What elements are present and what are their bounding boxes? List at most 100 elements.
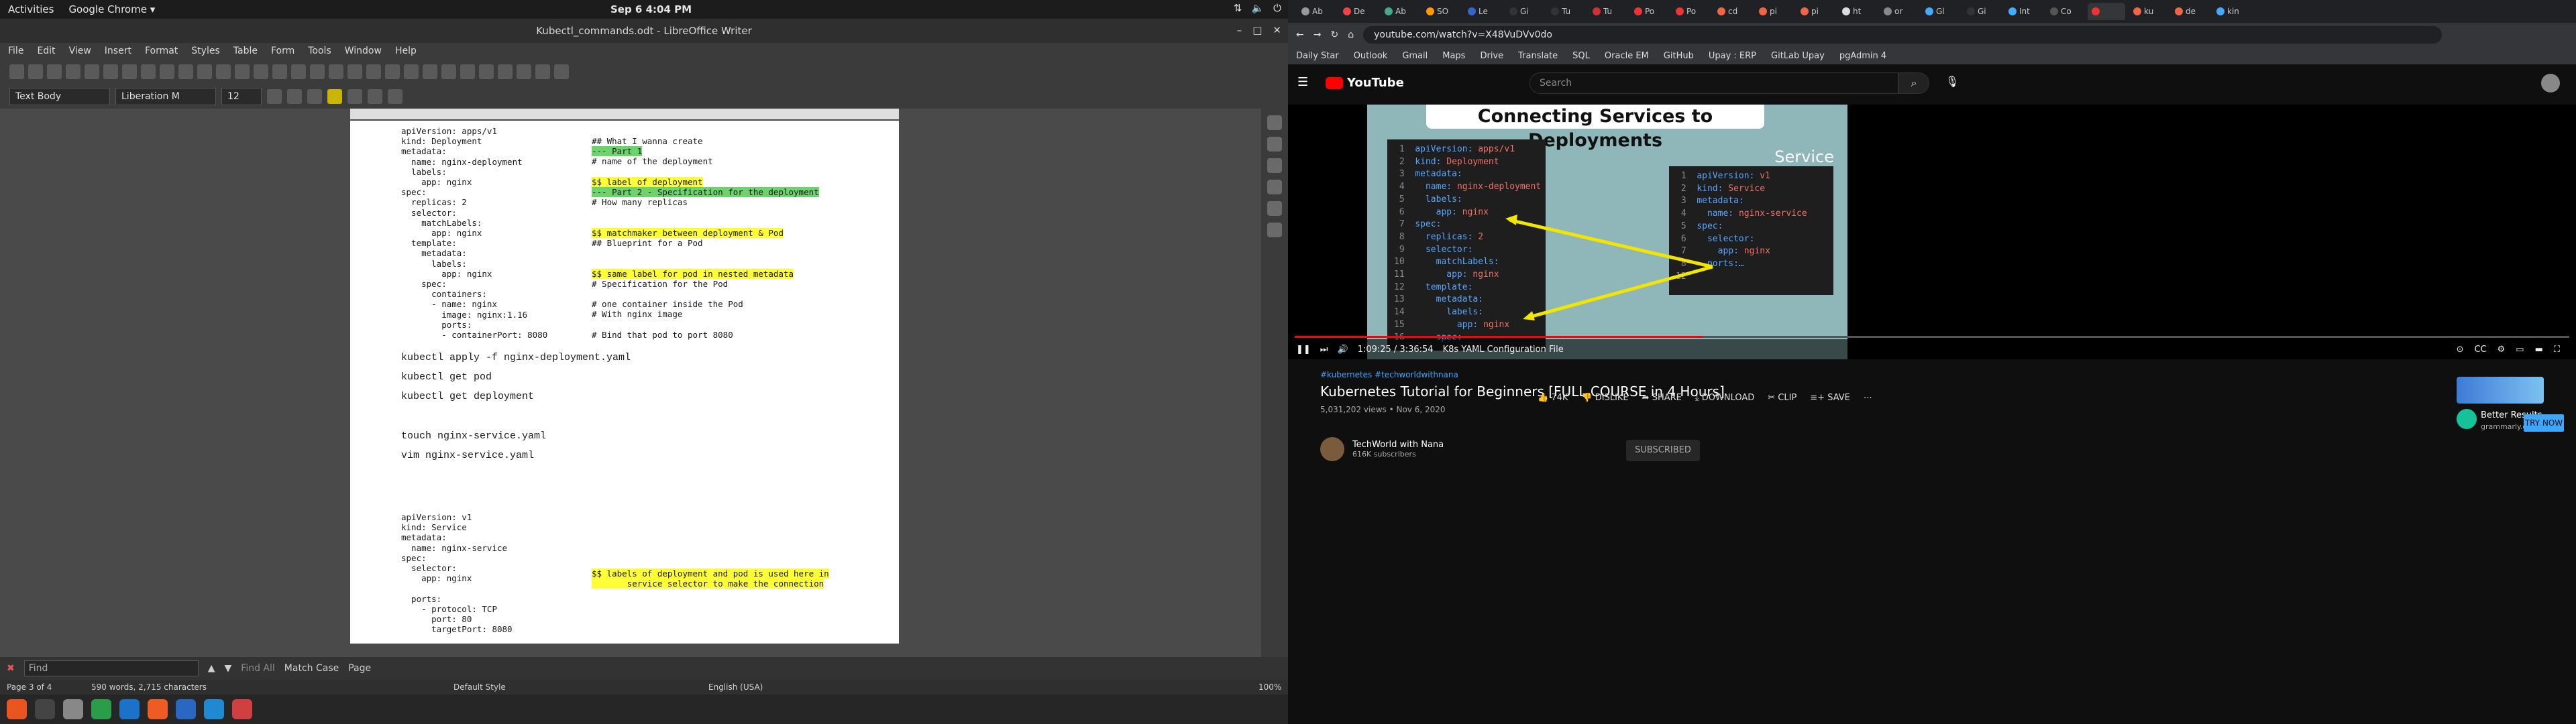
align-center-icon[interactable] [368,89,382,104]
toolbar-icon[interactable] [347,64,362,79]
vscode-icon[interactable] [204,699,224,719]
terminal-icon[interactable] [35,699,55,719]
fullscreen-icon[interactable]: ⛶ [2554,345,2560,355]
channel-name[interactable]: TechWorld with Nana [1352,440,1444,450]
browser-tab[interactable]: SO [1422,3,1460,20]
document-area[interactable]: apiVersion: apps/v1 kind: Deployment metad… [0,109,1288,657]
forward-icon[interactable]: → [1313,29,1322,40]
bookmark-item[interactable]: pgAdmin 4 [1839,51,1886,61]
browser-tab[interactable]: Ab [1297,3,1335,20]
browser-tab[interactable]: Le [1464,3,1501,20]
underline-icon[interactable] [307,89,322,104]
avatar[interactable] [2541,74,2560,93]
toolbar-icon[interactable] [197,64,212,79]
captions-icon[interactable]: CC [2474,345,2486,355]
find-all-button[interactable]: Find All [241,663,275,674]
toolbar-icon[interactable] [291,64,306,79]
font-name-select[interactable]: Liberation M [115,88,216,105]
clip-button[interactable]: ✂ CLIP [1768,393,1796,403]
toolbar-icon[interactable] [28,64,43,79]
toolbar-icon[interactable] [216,64,231,79]
app-menu[interactable]: Google Chrome ▾ [68,3,155,15]
highlight-icon[interactable] [327,89,342,104]
toolbar-icon[interactable] [385,64,400,79]
paragraph-style-select[interactable]: Text Body [9,88,110,105]
browser-tab[interactable]: Gi [1505,3,1543,20]
toolbar-icon[interactable] [178,64,193,79]
manage-changes-icon[interactable] [1267,223,1282,237]
next-icon[interactable]: ⏭ [1320,345,1328,355]
toolbar-icon[interactable] [517,64,531,79]
browser-tab[interactable]: De [1339,3,1377,20]
reload-icon[interactable]: ↻ [1330,29,1338,40]
ubuntu-icon[interactable] [7,699,27,719]
bookmark-item[interactable]: Outlook [1354,51,1388,61]
bookmark-item[interactable]: GitLab Upay [1771,51,1825,61]
try-now-button[interactable]: TRY NOW [2524,414,2564,432]
close-find-icon[interactable]: ✖ [7,663,15,674]
volume-icon[interactable]: 🔊 [1338,345,1348,355]
toolbar-icon[interactable] [254,64,268,79]
page-count[interactable]: Page 3 of 4 [7,682,52,692]
toolbar-icon[interactable] [103,64,118,79]
bookmark-item[interactable]: Maps [1442,51,1465,61]
menu-item-insert[interactable]: Insert [105,46,131,56]
horizontal-ruler[interactable] [350,109,899,119]
bookmark-item[interactable]: SQL [1572,51,1590,61]
browser-tab[interactable]: Tu [1589,3,1626,20]
miniplayer-icon[interactable]: ▭ [2516,345,2524,355]
menu-item-edit[interactable]: Edit [37,46,55,56]
menu-item-format[interactable]: Format [145,46,178,56]
volume-icon[interactable]: 🔈 [1251,2,1264,14]
video-player[interactable]: Connecting Services to Deployments Servi… [1288,105,2576,359]
browser-tab[interactable]: cd [1713,3,1751,20]
browser-tab[interactable]: Po [1672,3,1709,20]
toolbar-icon[interactable] [66,64,80,79]
properties-icon[interactable] [1267,115,1282,130]
bookmark-item[interactable]: Translate [1518,51,1558,61]
toolbar-icon[interactable] [535,64,550,79]
browser-tab[interactable]: Gl [1921,3,1959,20]
page-select[interactable]: Page [348,663,371,674]
share-button[interactable]: ➦ SHARE [1642,393,1682,403]
bold-icon[interactable] [267,89,282,104]
menu-item-file[interactable]: File [8,46,23,56]
toolbar-icon[interactable] [160,64,174,79]
more-icon[interactable]: ⋯ [1864,393,1872,403]
toolbar-icon[interactable] [9,64,24,79]
maximize-icon[interactable]: □ [1252,24,1262,36]
search-input[interactable]: Search [1529,72,1898,94]
like-button[interactable]: 👍 74K [1538,393,1568,403]
minimize-icon[interactable]: – [1237,24,1242,36]
progress-bar[interactable] [1295,336,2569,338]
autoplay-toggle[interactable]: ⊙ [2457,345,2464,355]
browser-tab[interactable]: Int [2004,3,2042,20]
bookmark-item[interactable]: Upay : ERP [1709,51,1756,61]
menu-item-form[interactable]: Form [271,46,294,56]
styles-icon[interactable] [1267,158,1282,173]
bookmark-item[interactable]: Gmail [1402,51,1428,61]
pause-icon[interactable]: ❚❚ [1296,345,1311,355]
chrome-icon[interactable] [91,699,111,719]
zoom-level[interactable]: 100% [1258,682,1281,692]
toolbar-icon[interactable] [47,64,62,79]
browser-tab[interactable]: Po [1630,3,1668,20]
font-size-select[interactable]: 12 [221,88,262,105]
toolbar-icon[interactable] [85,64,99,79]
ad-image[interactable] [2457,377,2544,404]
menu-item-tools[interactable]: Tools [308,46,331,56]
bookmark-item[interactable]: Daily Star [1296,51,1339,61]
toolbar-icon[interactable] [498,64,513,79]
toolbar-icon[interactable] [404,64,419,79]
close-icon[interactable]: ✕ [1273,24,1281,36]
page-icon[interactable] [1267,137,1282,152]
match-case-checkbox[interactable]: Match Case [284,663,339,674]
page-style[interactable]: Default Style [453,682,506,692]
italic-icon[interactable] [287,89,302,104]
toolbar-icon[interactable] [122,64,137,79]
browser-tab[interactable]: Ab [1381,3,1418,20]
browser-tab[interactable]: pi [1796,3,1834,20]
hashtags[interactable]: #kubernetes #techworldwithnana [1320,370,2528,379]
bookmark-item[interactable]: Drive [1480,51,1503,61]
thunderbird-icon[interactable] [119,699,140,719]
